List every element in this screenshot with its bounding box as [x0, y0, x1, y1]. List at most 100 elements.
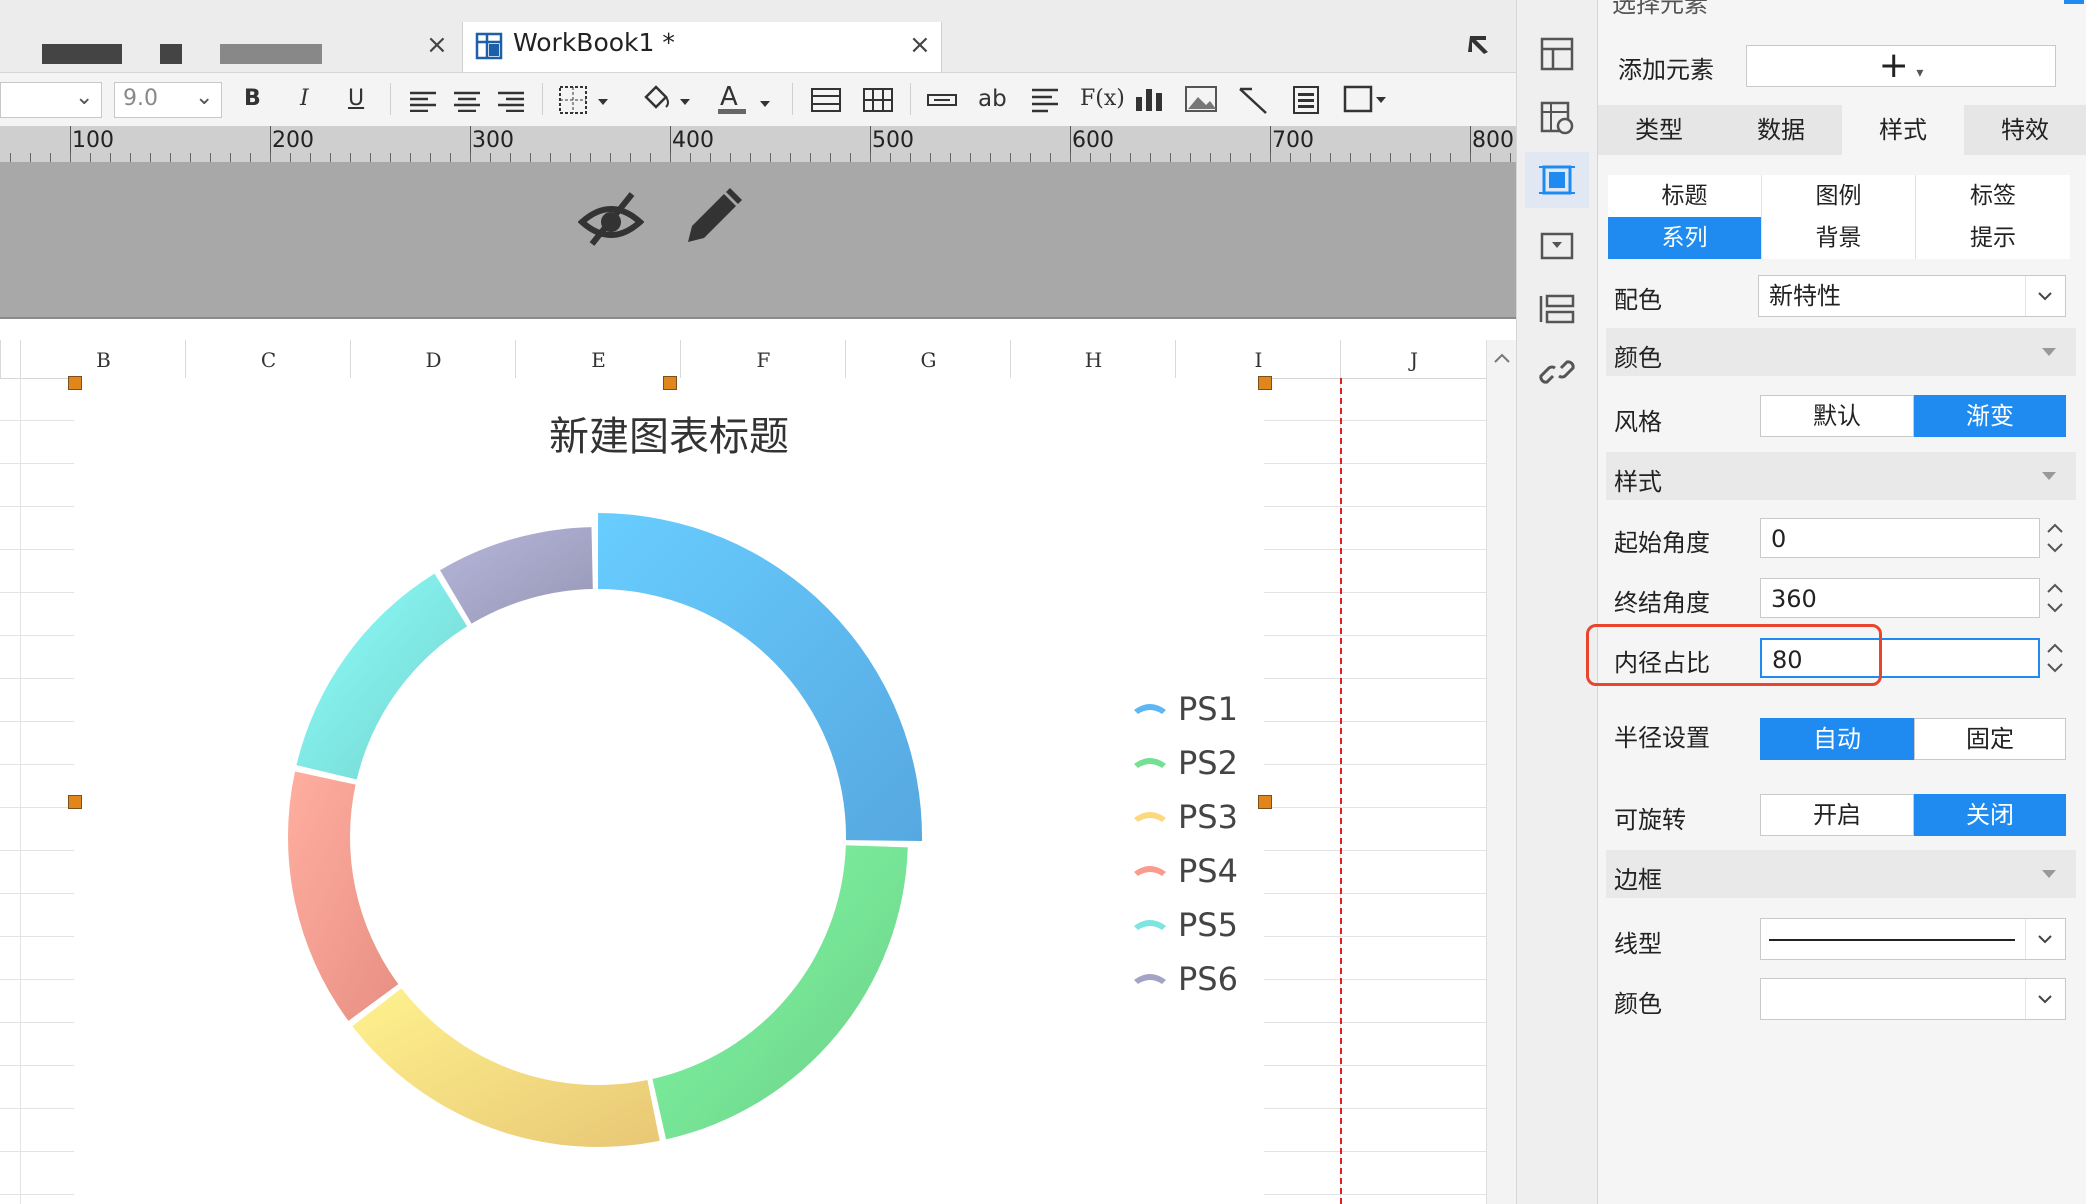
column-header-d[interactable]: D [350, 340, 516, 378]
legend-swatch-icon[interactable] [1134, 920, 1166, 930]
end-angle-input[interactable]: 360 [1760, 578, 2040, 618]
add-element-button[interactable]: + ▾ [1746, 45, 2056, 87]
legend-swatch-icon[interactable] [1134, 704, 1166, 714]
split-cells-icon[interactable] [862, 87, 894, 113]
subtab-label[interactable]: 标签 [1916, 175, 2070, 217]
donut-chart[interactable]: 新建图表标题 PS1 PS2 PS3 PS4 PS5 PS6 [74, 378, 1264, 1204]
font-family-select[interactable]: ⌄ [0, 82, 102, 118]
style-gradient-button[interactable]: 渐变 [1914, 395, 2066, 437]
tab-effects[interactable]: 特效 [1964, 105, 2086, 155]
formula-button[interactable]: F(x) [1080, 81, 1125, 117]
radius-auto-button[interactable]: 自动 [1760, 718, 1914, 760]
column-header-c[interactable]: C [185, 340, 351, 378]
stack-icon[interactable] [1539, 292, 1575, 328]
cell-attr-icon[interactable] [1539, 100, 1575, 136]
legend-item-ps3[interactable]: PS3 [1178, 798, 1238, 836]
format-section[interactable]: 样式 [1606, 452, 2076, 500]
image-icon[interactable] [1184, 85, 1218, 113]
resize-handle[interactable] [1258, 376, 1272, 390]
paragraph-icon[interactable] [1030, 87, 1060, 113]
column-header-h[interactable]: H [1010, 340, 1176, 378]
resize-handle[interactable] [68, 376, 82, 390]
legend-item-ps2[interactable]: PS2 [1178, 744, 1238, 782]
radius-fixed-button[interactable]: 固定 [1914, 718, 2066, 760]
subtab-series[interactable]: 系列 [1608, 217, 1762, 259]
palette-select[interactable]: 新特性 [1758, 275, 2066, 317]
ruler-minor-tick [910, 153, 911, 162]
legend-item-ps4[interactable]: PS4 [1178, 852, 1238, 890]
column-header-b[interactable]: B [20, 340, 186, 378]
legend-swatch-icon[interactable] [1134, 758, 1166, 768]
fill-color-icon[interactable] [640, 83, 696, 115]
bar-chart-icon[interactable] [1134, 85, 1164, 113]
line-type-select[interactable] [1760, 918, 2066, 960]
style-default-button[interactable]: 默认 [1760, 395, 1914, 437]
vertical-scrollbar[interactable] [1486, 340, 1517, 1204]
widget-icon[interactable] [1539, 228, 1575, 264]
column-header-e[interactable]: E [515, 340, 681, 378]
donut-slice-ps4[interactable] [287, 771, 399, 1021]
tab-workbook-other[interactable]: × [0, 22, 460, 72]
underline-button[interactable]: U [348, 81, 364, 117]
italic-button[interactable]: I [300, 81, 309, 117]
tab-style[interactable]: 样式 [1842, 105, 1964, 155]
font-color-icon[interactable]: A [716, 81, 776, 117]
document-icon[interactable] [1292, 85, 1320, 115]
resize-handle[interactable] [1258, 795, 1272, 809]
border-color-select[interactable] [1760, 978, 2066, 1020]
column-header-j[interactable]: J [1340, 340, 1487, 378]
legend-swatch-icon[interactable] [1134, 812, 1166, 822]
legend-item-ps1[interactable]: PS1 [1178, 690, 1238, 728]
tab-close-icon[interactable]: × [426, 30, 448, 60]
tab-data[interactable]: 数据 [1720, 105, 1842, 155]
column-header-i[interactable]: I [1175, 340, 1341, 378]
edit-pencil-icon[interactable] [680, 186, 744, 250]
hide-icon[interactable] [578, 188, 644, 250]
legend-swatch-icon[interactable] [1134, 866, 1166, 876]
legend-item-ps6[interactable]: PS6 [1178, 960, 1238, 998]
subtab-legend[interactable]: 图例 [1762, 175, 1916, 217]
tab-type[interactable]: 类型 [1598, 105, 1720, 155]
ruler-label: 500 [872, 128, 914, 153]
font-size-select[interactable]: 9.0 ⌄ [114, 82, 222, 118]
column-header-f[interactable]: F [680, 340, 846, 378]
subtab-background[interactable]: 背景 [1762, 217, 1916, 259]
text-button[interactable]: ab [978, 81, 1007, 117]
legend-item-ps5[interactable]: PS5 [1178, 906, 1238, 944]
align-left-icon[interactable] [408, 90, 438, 112]
line-draw-icon[interactable] [1238, 85, 1270, 115]
rotate-off-button[interactable]: 关闭 [1914, 794, 2066, 836]
tab-workbook1[interactable]: WorkBook1 * × [462, 22, 942, 72]
textbox-icon[interactable] [926, 93, 958, 107]
rotate-on-button[interactable]: 开启 [1760, 794, 1914, 836]
donut-slice-ps3[interactable] [352, 988, 660, 1147]
chart-element-icon[interactable] [1539, 162, 1575, 198]
border-section[interactable]: 边框 [1606, 850, 2076, 898]
align-center-icon[interactable] [452, 90, 482, 112]
color-section[interactable]: 颜色 [1606, 328, 2076, 376]
donut-slice-ps5[interactable] [296, 573, 468, 780]
merge-cells-icon[interactable] [810, 87, 842, 113]
resize-handle[interactable] [663, 376, 677, 390]
legend-swatch-icon[interactable] [1134, 974, 1166, 984]
column-header-g[interactable]: G [845, 340, 1011, 378]
start-angle-input[interactable]: 0 [1760, 518, 2040, 558]
link-icon[interactable] [1539, 354, 1575, 390]
align-right-icon[interactable] [496, 90, 526, 112]
donut-slice-ps1[interactable] [598, 513, 922, 842]
scroll-up-icon[interactable] [1493, 352, 1511, 364]
subtab-title[interactable]: 标题 [1608, 175, 1762, 217]
resize-handle[interactable] [68, 795, 82, 809]
layout-icon[interactable] [1539, 36, 1575, 72]
donut-slice-ps2[interactable] [652, 845, 908, 1140]
start-angle-stepper-icon[interactable] [2042, 518, 2068, 558]
border-icon[interactable] [558, 85, 614, 115]
donut-slice-ps6[interactable] [440, 527, 593, 624]
end-angle-stepper-icon[interactable] [2042, 578, 2068, 618]
tab-close-icon[interactable]: × [909, 30, 931, 60]
tab-menu-icon[interactable] [1468, 34, 1494, 56]
frame-icon[interactable] [1342, 83, 1388, 115]
subtab-tooltip[interactable]: 提示 [1916, 217, 2070, 259]
inner-ratio-stepper-icon[interactable] [2042, 638, 2068, 678]
bold-button[interactable]: B [244, 81, 261, 117]
